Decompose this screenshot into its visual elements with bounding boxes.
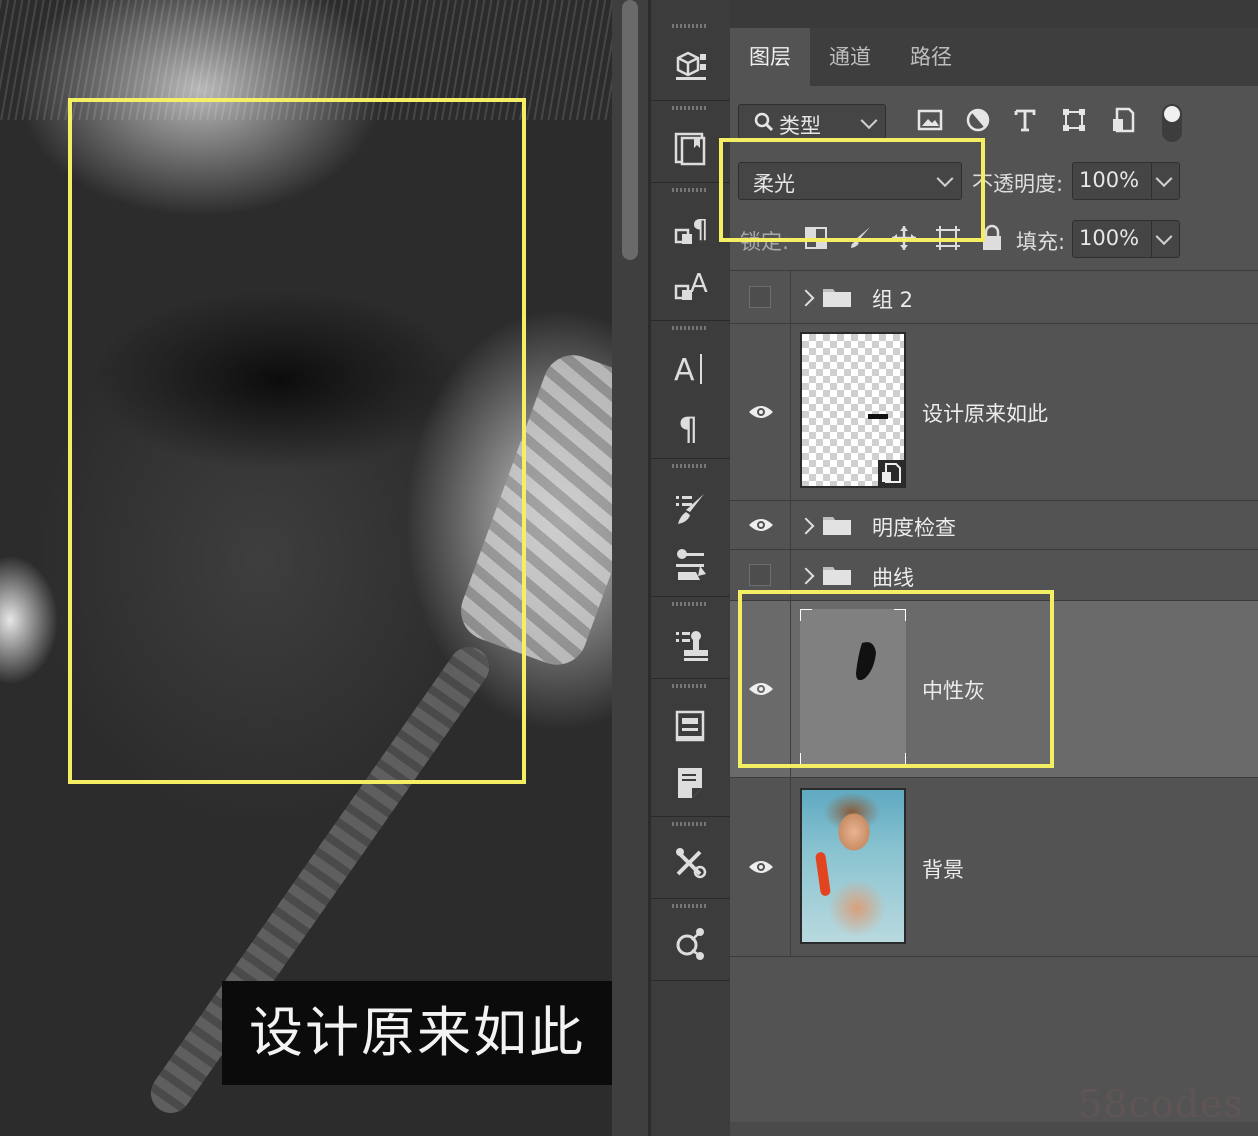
highlight-box-blend-mode xyxy=(719,138,985,242)
opacity-input[interactable]: 100% xyxy=(1072,162,1180,200)
grip-icon[interactable] xyxy=(672,326,708,330)
opacity-label: 不透明度: xyxy=(972,172,1064,196)
tool-group-info xyxy=(650,678,730,817)
filter-smart-object-icon[interactable] xyxy=(1108,106,1138,136)
layer-row-smart-object[interactable]: 设计原来如此 xyxy=(730,324,1258,501)
grip-icon[interactable] xyxy=(672,822,708,826)
layer-thumbnail xyxy=(800,332,906,488)
chevron-down-icon[interactable] xyxy=(1155,228,1173,246)
tab-paths[interactable]: 路径 xyxy=(890,28,972,86)
folder-icon xyxy=(822,514,852,536)
document-canvas[interactable]: 设计原来如此 xyxy=(0,0,612,1136)
tool-group-styles: ¶ A xyxy=(650,182,730,321)
svg-text:A: A xyxy=(674,353,695,388)
filter-kind-label: 类型 xyxy=(779,114,821,138)
svg-text:¶: ¶ xyxy=(692,215,709,245)
tab-channels[interactable]: 通道 xyxy=(810,28,890,86)
folder-icon xyxy=(822,564,852,586)
panel-dock-toolbar: ¶ A A ¶ xyxy=(612,0,732,1136)
tool-group-adjust xyxy=(650,816,730,899)
eye-icon xyxy=(749,519,773,531)
character-icon[interactable]: A xyxy=(670,348,710,388)
visibility-off-box xyxy=(749,564,771,586)
paragraph-styles-icon[interactable]: ¶ xyxy=(670,212,710,252)
layer-row-luminance-check[interactable]: 明度检查 xyxy=(730,501,1258,550)
tool-group-type: A ¶ xyxy=(650,320,730,459)
fill-input[interactable]: 100% xyxy=(1072,220,1180,258)
field-divider xyxy=(1151,163,1152,199)
layer-row-background[interactable]: 背景 xyxy=(730,778,1258,957)
layer-name: 组 2 xyxy=(872,288,914,312)
panel-tabs: 图层 通道 路径 xyxy=(730,28,1258,86)
smart-object-badge-icon xyxy=(878,460,904,486)
svg-text:A: A xyxy=(690,269,708,299)
grip-icon[interactable] xyxy=(672,24,708,28)
paragraph-icon[interactable]: ¶ xyxy=(670,406,710,448)
fill-label: 填充: xyxy=(1016,230,1066,254)
tab-layers[interactable]: 图层 xyxy=(730,28,810,86)
grip-icon[interactable] xyxy=(672,188,708,192)
watermark-text: 58codes xyxy=(1078,1082,1244,1126)
thumbnail-popsicle xyxy=(814,851,832,897)
grip-icon[interactable] xyxy=(672,602,708,606)
thumbnail-text-mark xyxy=(868,414,888,419)
layer-filter-kind-select[interactable]: 类型 xyxy=(738,104,886,142)
visibility-toggle[interactable] xyxy=(730,778,791,956)
clone-source-icon[interactable] xyxy=(670,624,710,664)
eye-icon xyxy=(749,406,773,418)
tool-group-clone xyxy=(650,596,730,679)
canvas-caption: 设计原来如此 xyxy=(222,981,612,1085)
3d-cube-icon[interactable] xyxy=(670,44,710,84)
layer-name: 明度检查 xyxy=(872,516,956,540)
grip-icon[interactable] xyxy=(672,464,708,468)
visibility-toggle[interactable] xyxy=(730,501,791,549)
fill-value: 100% xyxy=(1079,226,1140,250)
tool-group-brush xyxy=(650,458,730,597)
panel-top-bar xyxy=(730,0,1258,28)
filter-pixel-layer-icon[interactable] xyxy=(915,106,945,136)
tool-group-paths xyxy=(650,898,730,981)
layer-name: 曲线 xyxy=(872,566,914,590)
chevron-right-icon[interactable] xyxy=(797,567,815,585)
libraries-icon[interactable] xyxy=(670,128,710,168)
filter-shape-layer-icon[interactable] xyxy=(1059,106,1089,136)
paths-link-icon[interactable] xyxy=(670,924,710,964)
highlight-box-face xyxy=(68,98,526,784)
folder-icon xyxy=(822,286,852,308)
tool-group-3d xyxy=(650,18,730,101)
filter-type-layer-icon[interactable] xyxy=(1010,106,1040,136)
tool-group-libraries xyxy=(650,100,730,183)
highlight-box-neutral-gray-layer xyxy=(738,590,1054,768)
layer-thumbnail xyxy=(800,788,906,944)
filter-toggle[interactable] xyxy=(1162,104,1182,142)
opacity-value: 100% xyxy=(1079,168,1140,192)
canvas-scrollbar[interactable] xyxy=(622,0,638,260)
field-divider xyxy=(1151,221,1152,257)
layer-name: 背景 xyxy=(922,858,964,882)
chevron-down-icon xyxy=(860,112,878,130)
filter-adjustment-layer-icon[interactable] xyxy=(963,106,993,136)
tool-presets-icon[interactable] xyxy=(670,544,710,584)
visibility-toggle[interactable] xyxy=(730,324,791,500)
layer-name: 设计原来如此 xyxy=(922,402,1048,426)
visibility-toggle[interactable] xyxy=(730,271,791,323)
character-styles-icon[interactable]: A xyxy=(670,266,710,306)
grip-icon[interactable] xyxy=(672,684,708,688)
notes-icon[interactable] xyxy=(670,762,710,802)
grip-icon[interactable] xyxy=(672,904,708,908)
search-icon xyxy=(753,111,775,133)
chevron-right-icon[interactable] xyxy=(797,517,815,535)
tools-crossed-icon[interactable] xyxy=(670,842,710,882)
chevron-down-icon[interactable] xyxy=(1155,170,1173,188)
eye-icon xyxy=(749,861,773,873)
toggle-knob xyxy=(1164,106,1180,122)
layer-row-group-2[interactable]: 组 2 xyxy=(730,271,1258,324)
properties-icon[interactable] xyxy=(670,706,710,746)
chevron-right-icon[interactable] xyxy=(797,289,815,307)
grip-icon[interactable] xyxy=(672,106,708,110)
visibility-off-box xyxy=(749,286,771,308)
svg-text:¶: ¶ xyxy=(678,410,698,446)
brush-settings-icon[interactable] xyxy=(670,488,710,528)
